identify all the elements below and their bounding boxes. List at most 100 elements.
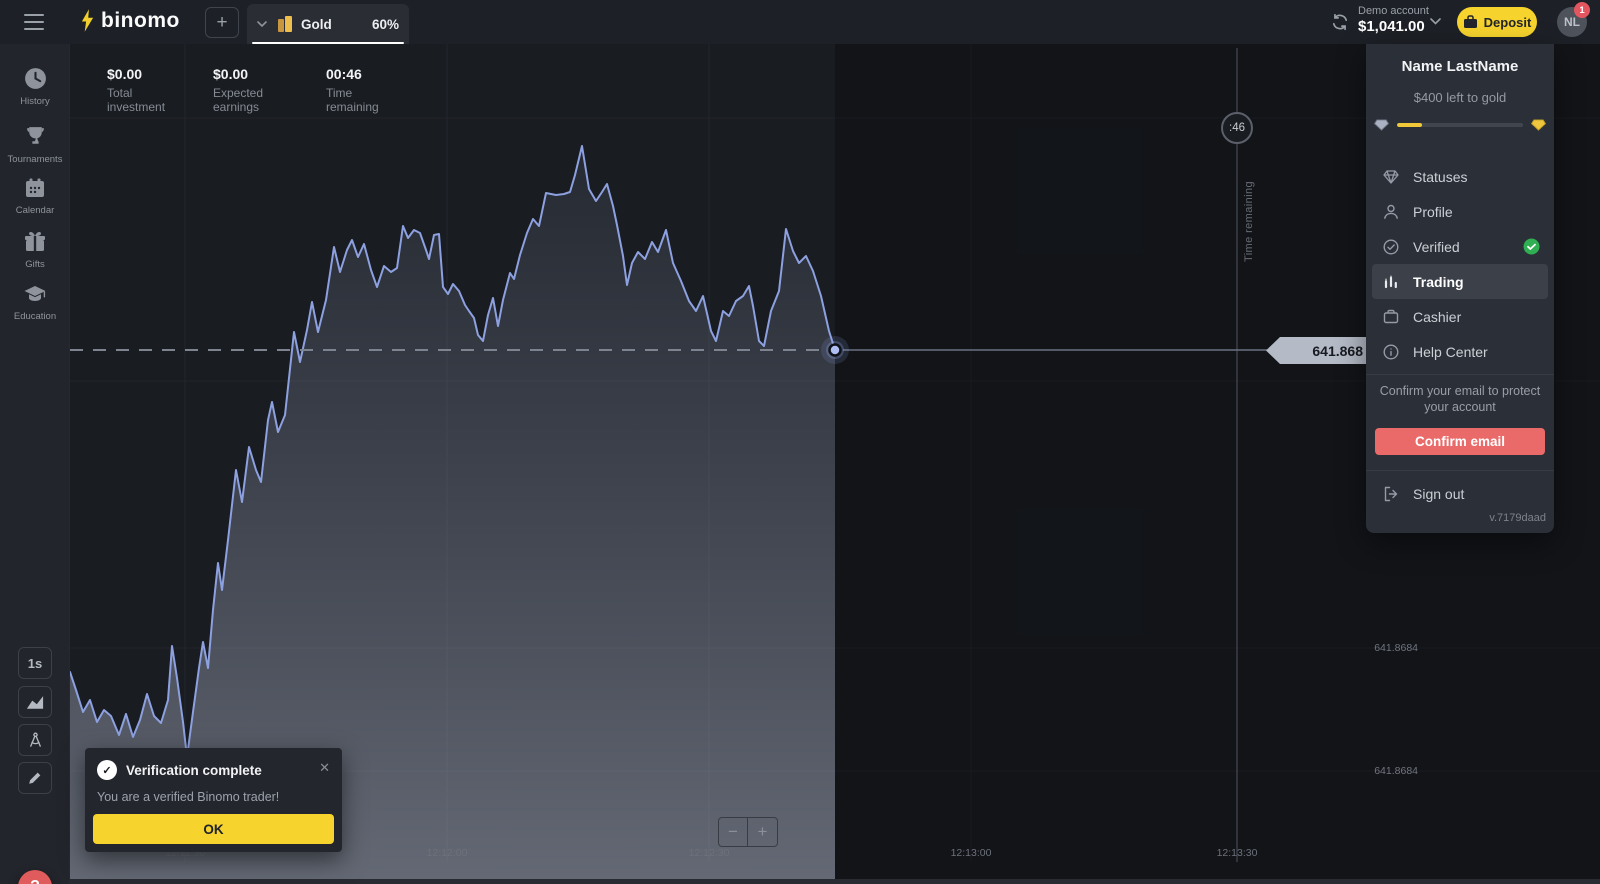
stat-expected-earnings: $0.00 Expected earnings (213, 66, 263, 114)
compass-icon (27, 731, 44, 749)
hamburger-menu-icon[interactable] (24, 14, 44, 30)
menu-item-label: Verified (1413, 239, 1460, 255)
sidebar-item-history[interactable]: History (0, 66, 70, 107)
logo-text: binomo (101, 9, 180, 33)
candlestick-icon (1382, 273, 1400, 291)
stat-label: Total investment (107, 86, 165, 114)
menu-item-label: Statuses (1413, 169, 1467, 185)
drawing-tools-button[interactable] (18, 762, 52, 794)
status-progress-row (1374, 119, 1546, 131)
x-axis-tick-label: 12:13:00 (951, 847, 992, 859)
sidebar-item-gifts[interactable]: Gifts (0, 230, 70, 270)
refresh-icon[interactable] (1330, 12, 1350, 32)
divider (1366, 470, 1554, 471)
calendar-icon (23, 176, 47, 200)
person-icon (1382, 203, 1400, 221)
account-menu-panel: Name LastName $400 left to gold Statuses… (1366, 44, 1554, 533)
x-axis-tick-label: 12:12:00 (427, 847, 468, 859)
deposit-label: Deposit (1484, 15, 1532, 30)
trophy-icon (23, 124, 48, 149)
area-chart-icon (26, 694, 44, 710)
sidebar-item-label: Calendar (16, 205, 55, 216)
close-icon[interactable]: ✕ (319, 760, 330, 776)
verified-green-badge (1523, 238, 1540, 258)
chevron-down-icon[interactable] (1430, 18, 1441, 25)
chart-zoom-controls: − + (718, 817, 778, 847)
gold-bars-icon (277, 15, 293, 33)
stat-time-remaining: 00:46 Time remaining (326, 66, 379, 114)
info-icon (1382, 343, 1400, 361)
binomo-logo: binomo (80, 8, 180, 33)
status-progress-track (1397, 123, 1523, 127)
divider (1366, 374, 1554, 375)
wallet-icon (1382, 308, 1400, 326)
status-progress-text: $400 left to gold (1366, 90, 1554, 105)
notification-count-badge: 1 (1574, 2, 1590, 18)
pencil-icon (27, 770, 43, 786)
account-balance: $1,041.00 (1358, 18, 1429, 35)
stat-value: $0.00 (213, 66, 263, 82)
gold-gem-icon (1531, 119, 1546, 131)
sidebar-item-label: Education (14, 311, 56, 322)
timeframe-button[interactable]: 1s (18, 647, 52, 679)
indicators-button[interactable] (18, 724, 52, 756)
briefcase-icon (1463, 15, 1478, 29)
check-circle-icon (1382, 238, 1400, 256)
menu-item-help-center[interactable]: Help Center (1366, 334, 1554, 369)
left-sidebar: History Tournaments Calendar Gifts Educa… (0, 44, 70, 884)
asset-payout: 60% (372, 17, 399, 32)
menu-item-trading[interactable]: Trading (1372, 264, 1548, 299)
menu-item-profile[interactable]: Profile (1366, 194, 1554, 229)
chevron-down-icon (257, 21, 267, 27)
gem-icon (1382, 168, 1400, 186)
current-price-tag: 641.868 (1266, 337, 1366, 364)
stat-value: $0.00 (107, 66, 165, 82)
menu-item-label: Trading (1413, 274, 1464, 290)
asset-tab-gold[interactable]: Gold 60% (247, 4, 409, 44)
help-button[interactable]: ? (18, 870, 52, 884)
time-remaining-axis-label: Time remaining (1243, 152, 1255, 262)
sidebar-item-label: Gifts (25, 259, 45, 270)
status-progress-fill (1397, 123, 1422, 127)
account-type: Demo account (1358, 5, 1429, 17)
graduation-cap-icon (22, 282, 48, 306)
sign-out-button[interactable]: Sign out (1366, 480, 1554, 508)
new-tab-button[interactable]: + (205, 7, 239, 38)
account-menu: Statuses Profile Verified Trading Cashie… (1366, 159, 1554, 369)
sidebar-item-tournaments[interactable]: Tournaments (0, 124, 70, 165)
stat-label: Expected earnings (213, 86, 263, 114)
menu-item-label: Cashier (1413, 309, 1461, 325)
menu-item-verified[interactable]: Verified (1366, 229, 1554, 264)
toast-title: Verification complete (126, 763, 262, 778)
confirm-email-button[interactable]: Confirm email (1375, 428, 1545, 455)
asset-name: Gold (301, 17, 332, 32)
sidebar-item-label: History (20, 96, 50, 107)
sign-out-icon (1382, 485, 1400, 503)
deposit-button[interactable]: Deposit (1457, 7, 1537, 37)
stat-value: 00:46 (326, 66, 379, 82)
app-version: v.7179daad (1489, 512, 1546, 524)
menu-item-label: Profile (1413, 204, 1453, 220)
sidebar-item-label: Tournaments (8, 154, 63, 165)
check-circle-icon: ✓ (97, 760, 117, 780)
menu-item-statuses[interactable]: Statuses (1366, 159, 1554, 194)
lightning-bolt-icon (80, 8, 95, 33)
x-axis-tick-label: 12:13:30 (1217, 847, 1258, 859)
account-switcher[interactable]: Demo account $1,041.00 (1358, 5, 1429, 35)
y-axis-tick-label: 641.8684 (1338, 765, 1418, 777)
sidebar-item-education[interactable]: Education (0, 282, 70, 322)
chart-type-button[interactable] (18, 686, 52, 718)
verification-toast: ✓ Verification complete ✕ You are a veri… (85, 748, 342, 852)
zoom-out-button[interactable]: − (719, 818, 748, 846)
toast-body: You are a verified Binomo trader! (97, 790, 279, 804)
sidebar-item-calendar[interactable]: Calendar (0, 176, 70, 216)
y-axis-tick-label: 641.8684 (1338, 642, 1418, 654)
stat-total-investment: $0.00 Total investment (107, 66, 165, 114)
menu-item-cashier[interactable]: Cashier (1366, 299, 1554, 334)
silver-gem-icon (1374, 119, 1389, 131)
history-clock-icon (23, 66, 48, 91)
gift-icon (23, 230, 47, 254)
ok-button[interactable]: OK (93, 814, 334, 844)
zoom-in-button[interactable]: + (748, 818, 777, 846)
active-tab-underline (252, 42, 404, 45)
